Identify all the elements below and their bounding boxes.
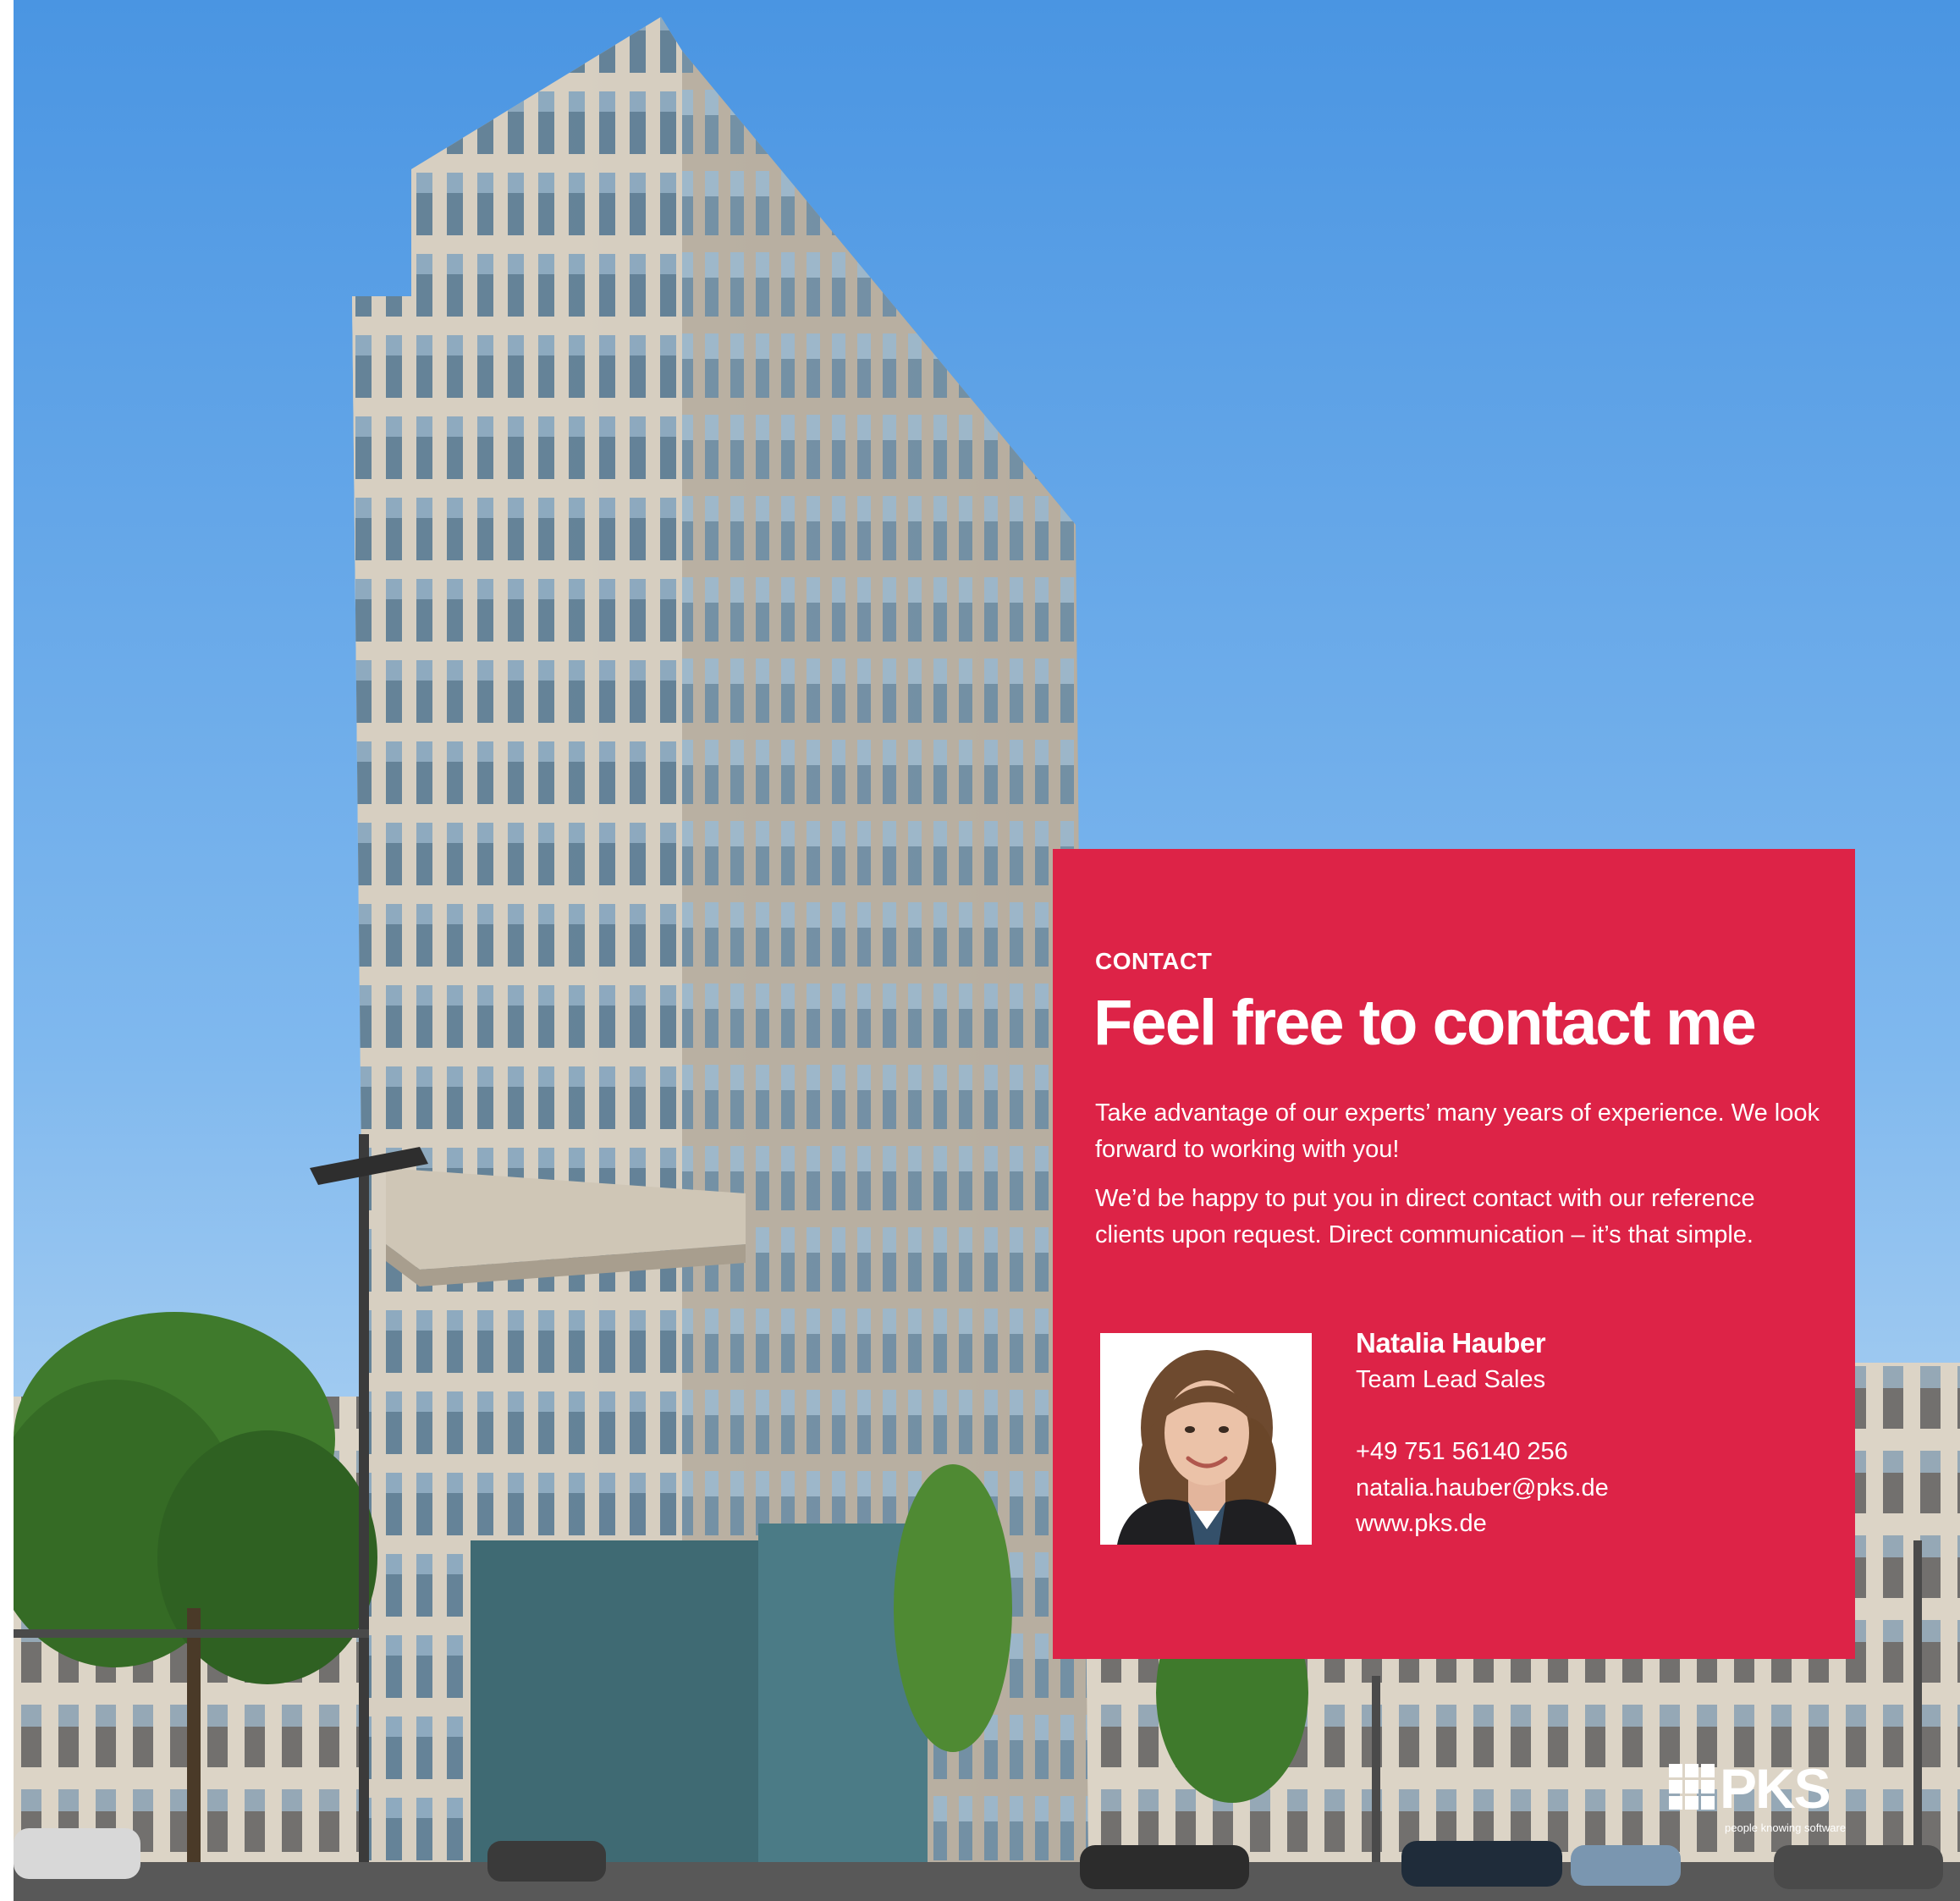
contact-person-photo	[1100, 1333, 1312, 1545]
email-address[interactable]: natalia.hauber@pks.de	[1356, 1474, 1609, 1502]
contact-card: CONTACT Feel free to contact me Take adv…	[1053, 849, 1855, 1659]
logo-grid-icon	[1669, 1764, 1715, 1810]
reference-paragraph: We’d be happy to put you in direct conta…	[1095, 1185, 1755, 1248]
contact-headline: Feel free to contact me	[1093, 987, 1757, 1059]
phone-number[interactable]: +49 751 56140 256	[1356, 1438, 1568, 1466]
logo-tagline: people knowing software	[1725, 1821, 1847, 1834]
page-margin	[0, 0, 14, 1901]
website-link[interactable]: www.pks.de	[1356, 1510, 1487, 1538]
pks-logo: PKS people knowing software	[1669, 1759, 1855, 1837]
intro-paragraph: Take advantage of our experts’ many year…	[1095, 1099, 1820, 1163]
contact-person-role: Team Lead Sales	[1356, 1366, 1546, 1393]
logo-wordmark: PKS	[1720, 1757, 1831, 1820]
section-eyebrow: CONTACT	[1095, 948, 1213, 974]
brochure-page: CONTACT Feel free to contact me Take adv…	[0, 0, 1960, 1901]
contact-person-name: Natalia Hauber	[1356, 1327, 1546, 1358]
